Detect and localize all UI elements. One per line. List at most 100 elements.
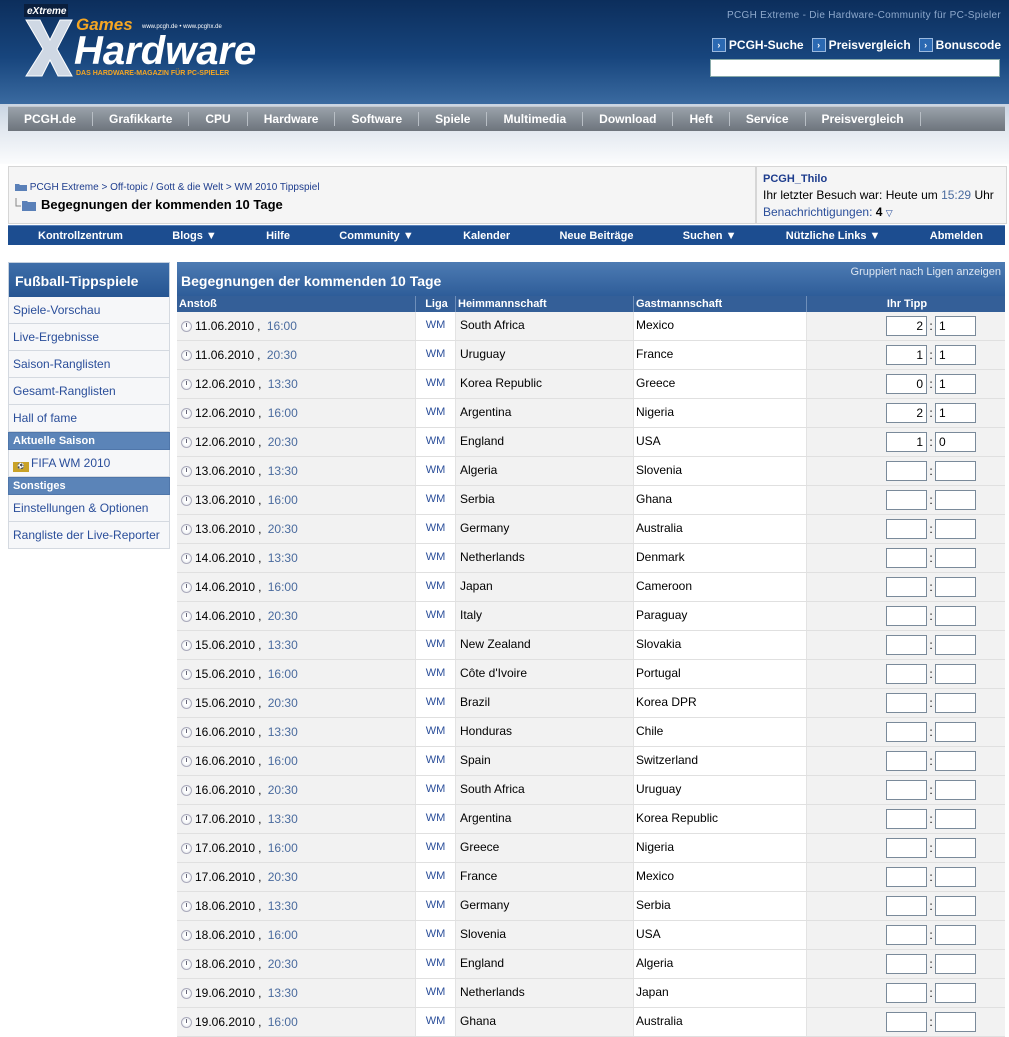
home-tip-input[interactable] [886, 751, 927, 771]
nav-pcgh[interactable]: PCGH.de [8, 112, 94, 126]
league-link[interactable]: WM [416, 428, 456, 456]
nav-preisvergleich[interactable]: Preisvergleich [806, 112, 921, 126]
navbar-nuetzliche-links[interactable]: Nützliche Links ▼ [786, 230, 881, 242]
home-tip-input[interactable] [886, 548, 927, 568]
navbar-hilfe[interactable]: Hilfe [266, 230, 290, 242]
away-tip-input[interactable] [935, 896, 976, 916]
league-link[interactable]: WM [416, 718, 456, 746]
sidebar-item-gesamt-ranglisten[interactable]: Gesamt-Ranglisten [8, 378, 170, 405]
league-link[interactable]: WM [416, 515, 456, 543]
sidebar-item-spiele-vorschau[interactable]: Spiele-Vorschau [8, 297, 170, 324]
away-tip-input[interactable] [935, 693, 976, 713]
away-tip-input[interactable] [935, 751, 976, 771]
league-link[interactable]: WM [416, 631, 456, 659]
league-link[interactable]: WM [416, 573, 456, 601]
nav-cpu[interactable]: CPU [189, 112, 248, 126]
league-link[interactable]: WM [416, 341, 456, 369]
header-search-input[interactable] [710, 59, 1000, 77]
breadcrumb-link-forum[interactable]: PCGH Extreme [30, 182, 99, 193]
home-tip-input[interactable] [886, 345, 927, 365]
league-link[interactable]: WM [416, 312, 456, 340]
nav-service[interactable]: Service [730, 112, 806, 126]
league-link[interactable]: WM [416, 979, 456, 1007]
away-tip-input[interactable] [935, 461, 976, 481]
home-tip-input[interactable] [886, 432, 927, 452]
nav-download[interactable]: Download [583, 112, 674, 126]
away-tip-input[interactable] [935, 374, 976, 394]
home-tip-input[interactable] [886, 461, 927, 481]
sidebar-item-saison-ranglisten[interactable]: Saison-Ranglisten [8, 351, 170, 378]
navbar-blogs[interactable]: Blogs ▼ [172, 230, 217, 242]
home-tip-input[interactable] [886, 780, 927, 800]
home-tip-input[interactable] [886, 925, 927, 945]
sidebar-item-hall-of-fame[interactable]: Hall of fame [8, 405, 170, 432]
league-link[interactable]: WM [416, 776, 456, 804]
nav-multimedia[interactable]: Multimedia [487, 112, 584, 126]
league-link[interactable]: WM [416, 399, 456, 427]
away-tip-input[interactable] [935, 954, 976, 974]
home-tip-input[interactable] [886, 838, 927, 858]
nav-spiele[interactable]: Spiele [419, 112, 488, 126]
nav-heft[interactable]: Heft [673, 112, 730, 126]
nav-hardware[interactable]: Hardware [248, 112, 336, 126]
bonuscode-link[interactable]: › Bonuscode [918, 38, 1001, 52]
home-tip-input[interactable] [886, 809, 927, 829]
away-tip-input[interactable] [935, 838, 976, 858]
away-tip-input[interactable] [935, 1012, 976, 1032]
league-link[interactable]: WM [416, 863, 456, 891]
home-tip-input[interactable] [886, 722, 927, 742]
navbar-kontrollzentrum[interactable]: Kontrollzentrum [38, 230, 123, 242]
home-tip-input[interactable] [886, 606, 927, 626]
league-link[interactable]: WM [416, 689, 456, 717]
home-tip-input[interactable] [886, 1012, 927, 1032]
away-tip-input[interactable] [935, 490, 976, 510]
away-tip-input[interactable] [935, 548, 976, 568]
away-tip-input[interactable] [935, 519, 976, 539]
away-tip-input[interactable] [935, 664, 976, 684]
home-tip-input[interactable] [886, 519, 927, 539]
league-link[interactable]: WM [416, 1008, 456, 1036]
league-link[interactable]: WM [416, 486, 456, 514]
away-tip-input[interactable] [935, 809, 976, 829]
away-tip-input[interactable] [935, 606, 976, 626]
nav-software[interactable]: Software [335, 112, 420, 126]
home-tip-input[interactable] [886, 896, 927, 916]
league-link[interactable]: WM [416, 370, 456, 398]
navbar-suchen[interactable]: Suchen ▼ [683, 230, 737, 242]
league-link[interactable]: WM [416, 950, 456, 978]
away-tip-input[interactable] [935, 316, 976, 336]
league-link[interactable]: WM [416, 602, 456, 630]
breadcrumb-link-tippspiel[interactable]: WM 2010 Tippspiel [235, 182, 320, 193]
away-tip-input[interactable] [935, 403, 976, 423]
home-tip-input[interactable] [886, 983, 927, 1003]
away-tip-input[interactable] [935, 925, 976, 945]
league-link[interactable]: WM [416, 834, 456, 862]
breadcrumb-link-offtopic[interactable]: Off-topic / Gott & die Welt [110, 182, 223, 193]
notifications-link[interactable]: Benachrichtigungen: 4 ▽ [763, 205, 893, 219]
away-tip-input[interactable] [935, 577, 976, 597]
league-link[interactable]: WM [416, 747, 456, 775]
sidebar-item-einstellungen[interactable]: Einstellungen & Optionen [8, 495, 170, 522]
league-link[interactable]: WM [416, 892, 456, 920]
home-tip-input[interactable] [886, 316, 927, 336]
pcgh-hardware-logo[interactable]: eXtreme Games www.pcgh.de • www.pcghx.de… [24, 4, 274, 80]
away-tip-input[interactable] [935, 780, 976, 800]
home-tip-input[interactable] [886, 867, 927, 887]
sidebar-item-fifa-wm-2010[interactable]: ⚽ FIFA WM 2010 [8, 450, 170, 477]
away-tip-input[interactable] [935, 983, 976, 1003]
league-link[interactable]: WM [416, 660, 456, 688]
home-tip-input[interactable] [886, 693, 927, 713]
navbar-community[interactable]: Community ▼ [339, 230, 413, 242]
home-tip-input[interactable] [886, 490, 927, 510]
league-link[interactable]: WM [416, 805, 456, 833]
away-tip-input[interactable] [935, 722, 976, 742]
away-tip-input[interactable] [935, 432, 976, 452]
league-link[interactable]: WM [416, 457, 456, 485]
navbar-kalender[interactable]: Kalender [463, 230, 510, 242]
away-tip-input[interactable] [935, 867, 976, 887]
username-link[interactable]: PCGH_Thilo [763, 173, 827, 185]
home-tip-input[interactable] [886, 374, 927, 394]
home-tip-input[interactable] [886, 664, 927, 684]
home-tip-input[interactable] [886, 635, 927, 655]
group-by-league-link[interactable]: Gruppiert nach Ligen anzeigen [851, 266, 1001, 278]
